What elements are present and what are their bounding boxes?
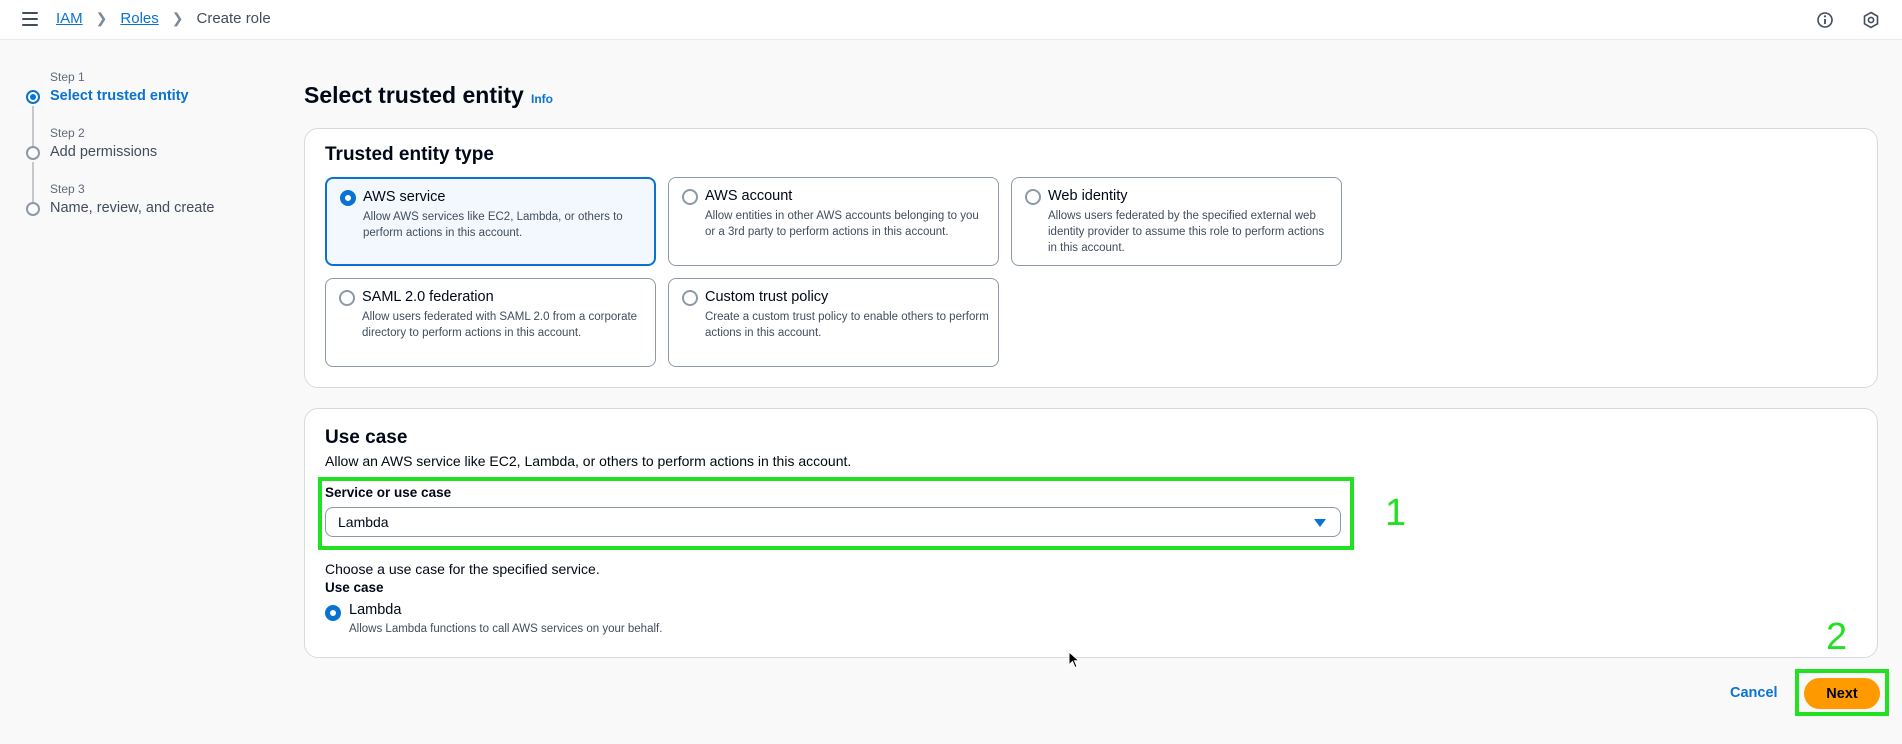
tile-web-identity[interactable]: Web identity Allows users federated by t… bbox=[1011, 177, 1342, 266]
annotation-number-2: 2 bbox=[1826, 616, 1848, 658]
top-navigation-bar: IAM ❯ Roles ❯ Create role bbox=[0, 0, 1902, 40]
tile-custom-trust-policy[interactable]: Custom trust policy Create a custom trus… bbox=[668, 278, 999, 367]
breadcrumb-roles[interactable]: Roles bbox=[120, 10, 158, 27]
use-case-label: Use case bbox=[325, 580, 384, 595]
tile-title: Web identity bbox=[1048, 188, 1128, 204]
info-icon[interactable] bbox=[1816, 11, 1834, 29]
radio-selected[interactable] bbox=[340, 190, 356, 206]
step-number: Step 3 bbox=[50, 182, 85, 196]
settings-icon[interactable] bbox=[1862, 11, 1880, 29]
tile-description: Allow AWS services like EC2, Lambda, or … bbox=[363, 211, 623, 239]
step-number: Step 1 bbox=[50, 70, 85, 84]
tile-saml-federation[interactable]: SAML 2.0 federation Allow users federate… bbox=[325, 278, 656, 367]
annotation-number-1: 1 bbox=[1385, 492, 1407, 534]
step-label: Name, review, and create bbox=[50, 200, 215, 216]
annotation-box-1 bbox=[318, 477, 1354, 550]
step-3[interactable]: Step 3 Name, review, and create bbox=[22, 182, 272, 238]
step-indicator bbox=[26, 146, 40, 160]
tile-title: AWS service bbox=[363, 189, 446, 205]
step-label: Add permissions bbox=[50, 144, 158, 160]
step-active-indicator bbox=[26, 90, 40, 104]
step-label: Select trusted entity bbox=[50, 88, 189, 104]
card-title: Use case bbox=[325, 427, 408, 448]
tile-description: Allow users federated with SAML 2.0 from… bbox=[362, 311, 638, 339]
use-case-option-description: Allows Lambda functions to call AWS serv… bbox=[349, 623, 663, 635]
breadcrumb-iam[interactable]: IAM bbox=[56, 10, 83, 27]
breadcrumb-current: Create role bbox=[196, 10, 271, 27]
next-button[interactable]: Next bbox=[1804, 678, 1880, 709]
radio-unselected[interactable] bbox=[682, 290, 698, 306]
cancel-button[interactable]: Cancel bbox=[1730, 685, 1778, 701]
use-case-radio[interactable] bbox=[325, 605, 341, 621]
step-number: Step 2 bbox=[50, 126, 85, 140]
breadcrumb: IAM ❯ Roles ❯ Create role bbox=[56, 10, 271, 27]
tile-aws-account[interactable]: AWS account Allow entities in other AWS … bbox=[668, 177, 999, 266]
tile-aws-service[interactable]: AWS service Allow AWS services like EC2,… bbox=[325, 177, 656, 266]
choose-use-case-text: Choose a use case for the specified serv… bbox=[325, 561, 600, 577]
radio-unselected[interactable] bbox=[1025, 189, 1041, 205]
radio-unselected[interactable] bbox=[682, 189, 698, 205]
wizard-steps: Step 1 Select trusted entity Step 2 Add … bbox=[22, 70, 272, 238]
card-title: Trusted entity type bbox=[325, 144, 494, 165]
tile-title: SAML 2.0 federation bbox=[362, 289, 494, 305]
tile-title: Custom trust policy bbox=[705, 289, 829, 305]
trusted-entity-card: Trusted entity type AWS service Allow AW… bbox=[304, 128, 1878, 388]
mouse-cursor-icon bbox=[1068, 651, 1080, 669]
use-case-description: Allow an AWS service like EC2, Lambda, o… bbox=[325, 453, 852, 469]
tile-title: AWS account bbox=[705, 188, 793, 204]
tile-description: Create a custom trust policy to enable o… bbox=[705, 311, 989, 339]
radio-unselected[interactable] bbox=[339, 290, 355, 306]
tile-description: Allow entities in other AWS accounts bel… bbox=[705, 210, 979, 238]
use-case-option-title[interactable]: Lambda bbox=[349, 602, 401, 618]
chevron-right-icon: ❯ bbox=[95, 10, 108, 26]
step-2[interactable]: Step 2 Add permissions bbox=[22, 126, 272, 202]
step-1[interactable]: Step 1 Select trusted entity bbox=[22, 70, 272, 146]
info-link[interactable]: Info bbox=[531, 92, 553, 106]
chevron-right-icon: ❯ bbox=[171, 10, 184, 26]
step-indicator bbox=[26, 202, 40, 216]
page-title: Select trusted entity bbox=[304, 82, 524, 108]
menu-icon[interactable] bbox=[22, 12, 38, 26]
tile-description: Allows users federated by the specified … bbox=[1048, 210, 1325, 254]
